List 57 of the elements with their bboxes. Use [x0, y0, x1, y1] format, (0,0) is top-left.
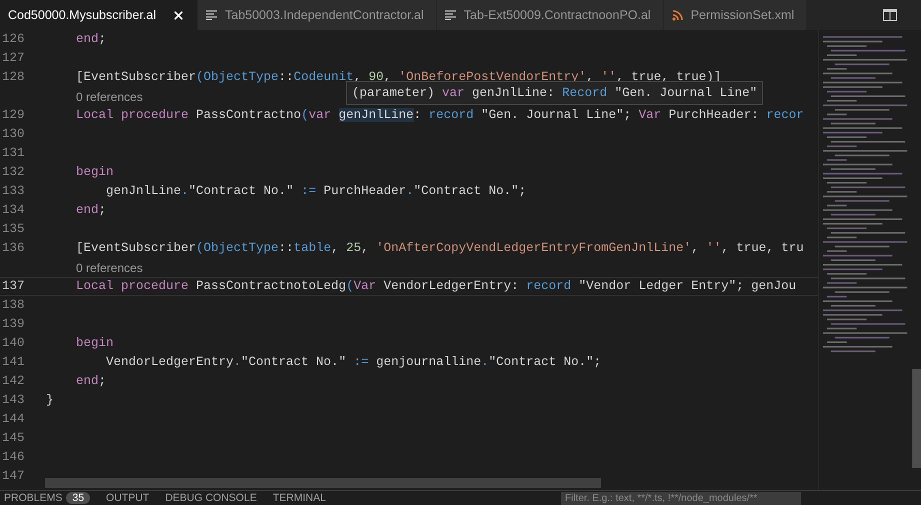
line-number: 126: [1, 31, 26, 48]
line-number: 142: [1, 373, 26, 390]
line-number: 145: [1, 430, 26, 448]
hover-tooltip: (parameter) var genJnlLine: Record "Gen. Journal Line": [346, 81, 764, 105]
panel-tab[interactable]: DEBUG CONSOLE: [165, 492, 257, 504]
code-text: VendorLedgerEntry."Contract No." := genjournalline."Contract No.";: [105, 354, 602, 372]
code-text: begin: [75, 164, 114, 182]
code-text: end;: [75, 373, 106, 390]
line-number: 141: [1, 354, 26, 372]
line-number: 140: [1, 335, 26, 352]
line-number: 138: [1, 297, 26, 314]
line-number: 147: [1, 468, 26, 486]
line-number: 134: [1, 202, 26, 220]
line-number: 131: [1, 145, 26, 162]
code-text: [EventSubscriber(ObjectType::table, 25, 'OnAfterCopyVendLedgerEntryFromGenJnlLine', '', true, tru: [75, 240, 804, 258]
line-number: 129: [1, 107, 26, 124]
line-number: 139: [1, 316, 26, 334]
codelens-references[interactable]: 0 references: [76, 259, 143, 277]
code-text: }: [46, 392, 54, 410]
code-text: begin: [75, 335, 114, 352]
editor-tab[interactable]: Tab50003.IndependentContractor.al: [198, 0, 437, 30]
editor-tab[interactable]: Tab-Ext50009.ContractnoonPO.al: [436, 0, 664, 30]
code-text: Local procedure PassContractnotoLedg(Var VendorLedgerEntry: record "Vendor Ledger Entry"; genJou: [75, 278, 796, 296]
panel-tab[interactable]: TERMINAL: [272, 492, 326, 504]
editor-tab[interactable]: PermissionSet.xml: [664, 0, 808, 30]
lines-icon: [206, 10, 217, 20]
tab-label: Tab-Ext50009.ContractnoonPO.al: [464, 6, 651, 24]
line-number: 137: [1, 278, 26, 296]
panel-tab[interactable]: OUTPUT: [106, 492, 150, 504]
line-number: 136: [1, 240, 26, 258]
line-number: 127: [1, 50, 26, 68]
code-text: end;: [75, 31, 106, 48]
editor-tab[interactable]: Cod50000.Mysubscriber.al: [0, 0, 198, 30]
close-icon[interactable]: [172, 8, 185, 22]
minimap-drawing[interactable]: [818, 30, 921, 490]
line-number: 143: [1, 392, 26, 410]
line-number: 135: [1, 221, 26, 238]
filter-field[interactable]: Filter. E.g.: text, **/*.ts, !**/node_modules/**: [561, 492, 801, 505]
line-number: 132: [1, 164, 26, 182]
code-text: end;: [75, 202, 106, 220]
code-text: genJnlLine."Contract No." := PurchHeader."Contract No.";: [105, 183, 526, 200]
rss-icon: [672, 10, 683, 20]
tab-label: Cod50000.Mysubscriber.al: [8, 6, 156, 24]
horizontal-scrollbar[interactable]: [45, 478, 601, 488]
lines-icon: [444, 10, 456, 20]
line-number: 128: [1, 69, 26, 86]
tab-label: Tab50003.IndependentContractor.al: [225, 6, 424, 24]
split-editor-icon[interactable]: [883, 9, 897, 21]
line-number: 133: [1, 183, 26, 200]
tab-label: PermissionSet.xml: [690, 6, 794, 24]
count-badge: 35: [66, 492, 90, 504]
code-text: Local procedure PassContractno(var genJnlLine: record "Gen. Journal Line"; Var PurchHeader: recor: [75, 107, 804, 124]
line-number: 146: [1, 449, 26, 466]
line-number: 130: [1, 126, 26, 144]
codelens-references[interactable]: 0 references: [76, 88, 143, 106]
line-number: 144: [1, 411, 26, 428]
panel-tab[interactable]: PROBLEMS: [4, 492, 62, 504]
